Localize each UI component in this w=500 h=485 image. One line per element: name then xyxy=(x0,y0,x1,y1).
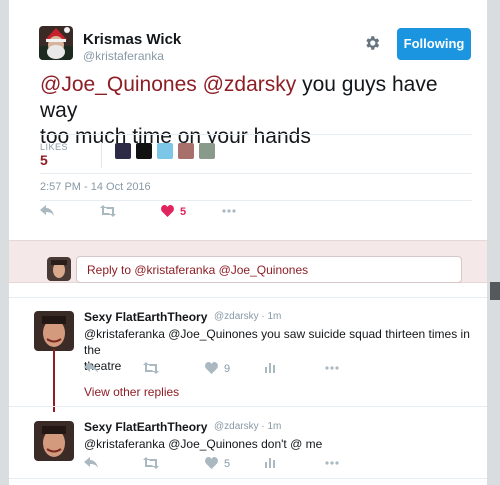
following-button[interactable]: Following xyxy=(397,28,471,60)
reply-time[interactable]: 1m xyxy=(268,421,282,432)
reply-handle[interactable]: @zdarsky xyxy=(214,421,259,432)
analytics-icon[interactable] xyxy=(265,361,275,373)
author-avatar[interactable] xyxy=(39,26,73,60)
reply-avatar[interactable] xyxy=(34,421,74,461)
tweet-timestamp[interactable]: 2:57 PM - 14 Oct 2016 xyxy=(40,181,151,193)
reply-handle[interactable]: @zdarsky xyxy=(214,311,259,322)
divider xyxy=(40,200,472,201)
heart-icon[interactable] xyxy=(161,205,174,217)
reply-icon[interactable] xyxy=(40,205,54,217)
tweet-mention-zdarsky[interactable]: @zdarsky xyxy=(203,73,297,96)
liker-avatar[interactable] xyxy=(136,143,152,159)
reply-time[interactable]: 1m xyxy=(268,311,282,322)
background-chip xyxy=(490,282,500,300)
divider xyxy=(9,406,487,407)
liker-avatar[interactable] xyxy=(199,143,215,159)
tweet-mention-joe[interactable]: @Joe_Quinones xyxy=(40,73,197,96)
heart-icon[interactable] xyxy=(205,457,218,469)
more-icon[interactable] xyxy=(324,457,340,469)
thread-line xyxy=(53,349,55,412)
reply-icon[interactable] xyxy=(84,457,98,469)
reply-like-count: 5 xyxy=(224,458,231,470)
divider xyxy=(9,297,487,298)
more-icon[interactable] xyxy=(221,205,237,217)
heart-icon[interactable] xyxy=(205,362,218,374)
reply-placeholder-prefix: Reply to xyxy=(87,263,135,277)
reply-text: @kristaferanka @Joe_Quinones don't @ me xyxy=(84,436,474,452)
tweet-text: @Joe_Quinones @zdarsky you guys have way… xyxy=(40,72,460,150)
liker-avatar[interactable] xyxy=(178,143,194,159)
reply-like-count: 9 xyxy=(224,363,231,375)
view-other-replies-link[interactable]: View other replies xyxy=(84,385,179,399)
divider xyxy=(40,173,472,174)
reply-meta: @zdarsky · 1m xyxy=(214,421,282,432)
retweet-icon[interactable] xyxy=(143,362,159,374)
author-name[interactable]: Krismas Wick xyxy=(83,31,181,48)
reply-meta: @zdarsky · 1m xyxy=(214,311,282,322)
likes-label: LIKES xyxy=(40,142,69,152)
reply-text-line1: @kristaferanka @Joe_Quinones don't @ me xyxy=(84,437,323,451)
reply-placeholder-mentions: @kristaferanka @Joe_Quinones xyxy=(134,263,309,277)
reply-input[interactable]: Reply to @kristaferanka @Joe_Quinones xyxy=(76,256,462,283)
reply-text-line1: @kristaferanka @Joe_Quinones you saw sui… xyxy=(84,327,470,357)
like-action-count: 5 xyxy=(180,206,187,218)
reply-avatar[interactable] xyxy=(34,311,74,351)
likers-avatars xyxy=(115,143,215,159)
reply-author-name[interactable]: Sexy FlatEarthTheory xyxy=(84,310,207,324)
divider xyxy=(40,134,472,135)
gear-icon[interactable] xyxy=(363,34,381,52)
background-edge-right xyxy=(488,0,500,485)
analytics-icon[interactable] xyxy=(265,456,275,468)
tweet-card: Krismas Wick @kristaferanka Following @J… xyxy=(8,0,488,485)
stats-divider xyxy=(101,142,102,168)
composer-avatar xyxy=(47,257,71,281)
retweet-icon[interactable] xyxy=(143,457,159,469)
more-icon[interactable] xyxy=(324,362,340,374)
reply-icon[interactable] xyxy=(84,362,98,374)
likes-count[interactable]: 5 xyxy=(40,152,48,168)
divider xyxy=(9,478,487,479)
liker-avatar[interactable] xyxy=(157,143,173,159)
liker-avatar[interactable] xyxy=(115,143,131,159)
author-handle[interactable]: @kristaferanka xyxy=(83,49,164,63)
retweet-icon[interactable] xyxy=(100,205,116,217)
reply-author-name[interactable]: Sexy FlatEarthTheory xyxy=(84,420,207,434)
